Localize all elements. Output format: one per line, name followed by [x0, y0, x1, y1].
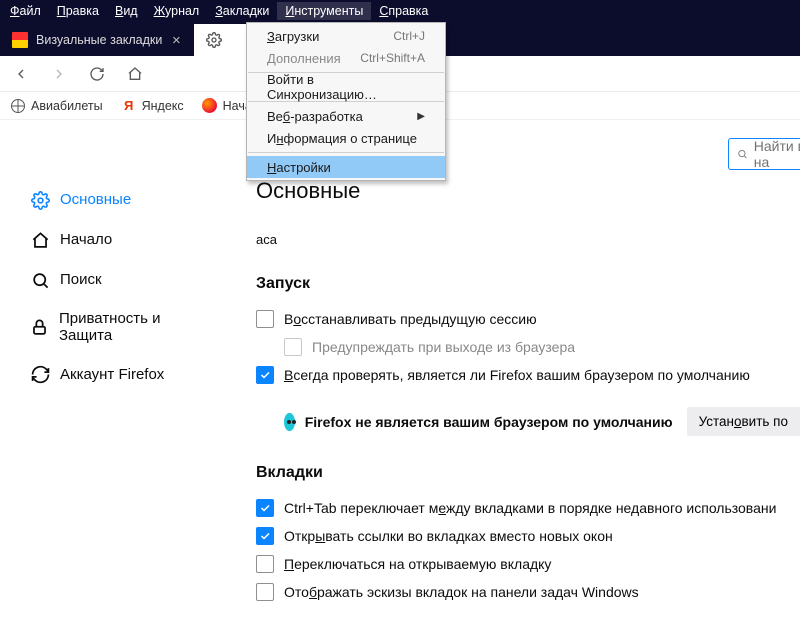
tools-menu-dropdown: Загрузки Ctrl+J Дополнения Ctrl+Shift+A … — [246, 22, 446, 181]
checkbox-disabled — [284, 338, 302, 356]
tab-visual-bookmarks[interactable]: Визуальные закладки × — [0, 24, 194, 56]
menu-sync-signin[interactable]: Войти в Синхронизацию… — [247, 76, 445, 98]
option-ctrl-tab[interactable]: Ctrl+Tab переключает между вкладками в п… — [256, 494, 800, 522]
sidebar-item-account[interactable]: Аккаунт Firefox — [24, 355, 204, 395]
home-icon — [127, 66, 143, 82]
sidebar-item-home[interactable]: Начало — [24, 220, 204, 260]
gear-icon — [206, 32, 222, 48]
menu-tools[interactable]: Инструменты — [277, 2, 371, 20]
menubar: Файл Правка Вид Журнал Закладки Инструме… — [0, 0, 800, 22]
globe-icon — [10, 98, 26, 114]
option-switch-to-new-tab[interactable]: Переключаться на открываемую вкладку — [256, 550, 800, 578]
back-button[interactable] — [8, 60, 34, 88]
status-text: Firefox не является вашим браузером по у… — [305, 414, 673, 430]
home-button[interactable] — [122, 60, 148, 88]
sidebar-item-label: Аккаунт Firefox — [60, 366, 164, 383]
option-check-default[interactable]: Всегда проверять, является ли Firefox ва… — [256, 361, 800, 389]
sync-icon — [30, 365, 50, 385]
sidebar-item-label: Поиск — [60, 271, 102, 288]
menu-file[interactable]: Файл — [2, 2, 49, 20]
option-label: Ctrl+Tab переключает между вкладками в п… — [284, 500, 776, 516]
search-icon — [737, 147, 748, 161]
lock-icon — [30, 317, 49, 337]
menu-bookmarks[interactable]: Закладки — [207, 2, 277, 20]
bookmark-label: Яндекс — [142, 99, 184, 113]
checkbox-unchecked[interactable] — [256, 583, 274, 601]
settings-main: Основные aca Запуск Восстанавливать пред… — [256, 178, 800, 606]
submenu-arrow-icon: ▶ — [417, 111, 425, 122]
tab-label: Визуальные закладки — [36, 33, 162, 47]
bookmark-label: Авиабилеты — [31, 99, 103, 113]
menu-edit[interactable]: Правка — [49, 2, 107, 20]
checkbox-checked[interactable] — [256, 527, 274, 545]
favicon-visual-bookmarks-icon — [12, 32, 28, 48]
checkbox-checked[interactable] — [256, 366, 274, 384]
shortcut-label: Ctrl+Shift+A — [360, 51, 425, 65]
option-label: Отображать эскизы вкладок на панели зада… — [284, 584, 639, 600]
arrow-left-icon — [13, 66, 29, 82]
shortcut-label: Ctrl+J — [393, 29, 425, 43]
sidebar-item-label: Основные — [60, 191, 131, 208]
menu-view[interactable]: Вид — [107, 2, 146, 20]
bookmark-aviabilety[interactable]: Авиабилеты — [6, 96, 107, 116]
option-open-links-tabs[interactable]: Открывать ссылки во вкладках вместо новы… — [256, 522, 800, 550]
forward-button[interactable] — [46, 60, 72, 88]
checkbox-unchecked[interactable] — [256, 555, 274, 573]
sidebar-item-label: Начало — [60, 231, 112, 248]
option-label: Открывать ссылки во вкладках вместо новы… — [284, 528, 613, 544]
checkbox-checked[interactable] — [256, 499, 274, 517]
checkbox-unchecked[interactable] — [256, 310, 274, 328]
reload-icon — [89, 66, 105, 82]
firefox-icon — [202, 98, 218, 114]
sidebar-item-search[interactable]: Поиск — [24, 260, 204, 300]
section-startup: Запуск — [256, 275, 800, 293]
menu-page-info[interactable]: Информация о странице — [247, 127, 445, 149]
page-title: Основные — [256, 178, 800, 204]
yandex-icon: Я — [121, 98, 137, 114]
option-label: Восстанавливать предыдущую сессию — [284, 311, 537, 327]
sidebar-item-privacy[interactable]: Приватность и Защита — [24, 300, 204, 355]
menu-separator — [248, 152, 444, 153]
sidebar-item-label: Приватность и Защита — [59, 310, 198, 345]
reload-button[interactable] — [84, 60, 110, 88]
sidebar-item-general[interactable]: Основные — [24, 180, 204, 220]
menu-settings[interactable]: Настройки — [247, 156, 445, 178]
menu-webdev[interactable]: Веб-разработка ▶ — [247, 105, 445, 127]
search-icon — [30, 270, 50, 290]
gear-icon — [30, 190, 50, 210]
option-warn-quit: Предупреждать при выходе из браузера — [284, 333, 800, 361]
settings-search-input[interactable]: Найти в на — [728, 138, 800, 170]
default-browser-status: Firefox не является вашим браузером по у… — [284, 407, 800, 436]
info-face-icon — [284, 413, 295, 431]
settings-sidebar: Основные Начало Поиск Приватность и Защи… — [24, 180, 204, 395]
search-placeholder: Найти в на — [754, 138, 800, 170]
section-tabs: Вкладки — [256, 464, 800, 482]
close-tab-icon[interactable]: × — [168, 32, 184, 49]
set-default-button[interactable]: Установить по — [687, 407, 800, 436]
option-restore-session[interactable]: Восстанавливать предыдущую сессию — [256, 305, 800, 333]
option-label: Переключаться на открываемую вкладку — [284, 556, 551, 572]
home-icon — [30, 230, 50, 250]
menu-history[interactable]: Журнал — [146, 2, 208, 20]
menu-addons[interactable]: Дополнения Ctrl+Shift+A — [247, 47, 445, 69]
option-taskbar-preview[interactable]: Отображать эскизы вкладок на панели зада… — [256, 578, 800, 606]
option-label: Предупреждать при выходе из браузера — [312, 339, 575, 355]
option-label: Всегда проверять, является ли Firefox ва… — [284, 367, 750, 383]
menu-help[interactable]: Справка — [371, 2, 436, 20]
menu-downloads[interactable]: Загрузки Ctrl+J — [247, 25, 445, 47]
preferences-page: Найти в на Основные Начало Поиск Прив — [0, 120, 800, 628]
arrow-right-icon — [51, 66, 67, 82]
bookmark-yandex[interactable]: Я Яндекс — [117, 96, 188, 116]
